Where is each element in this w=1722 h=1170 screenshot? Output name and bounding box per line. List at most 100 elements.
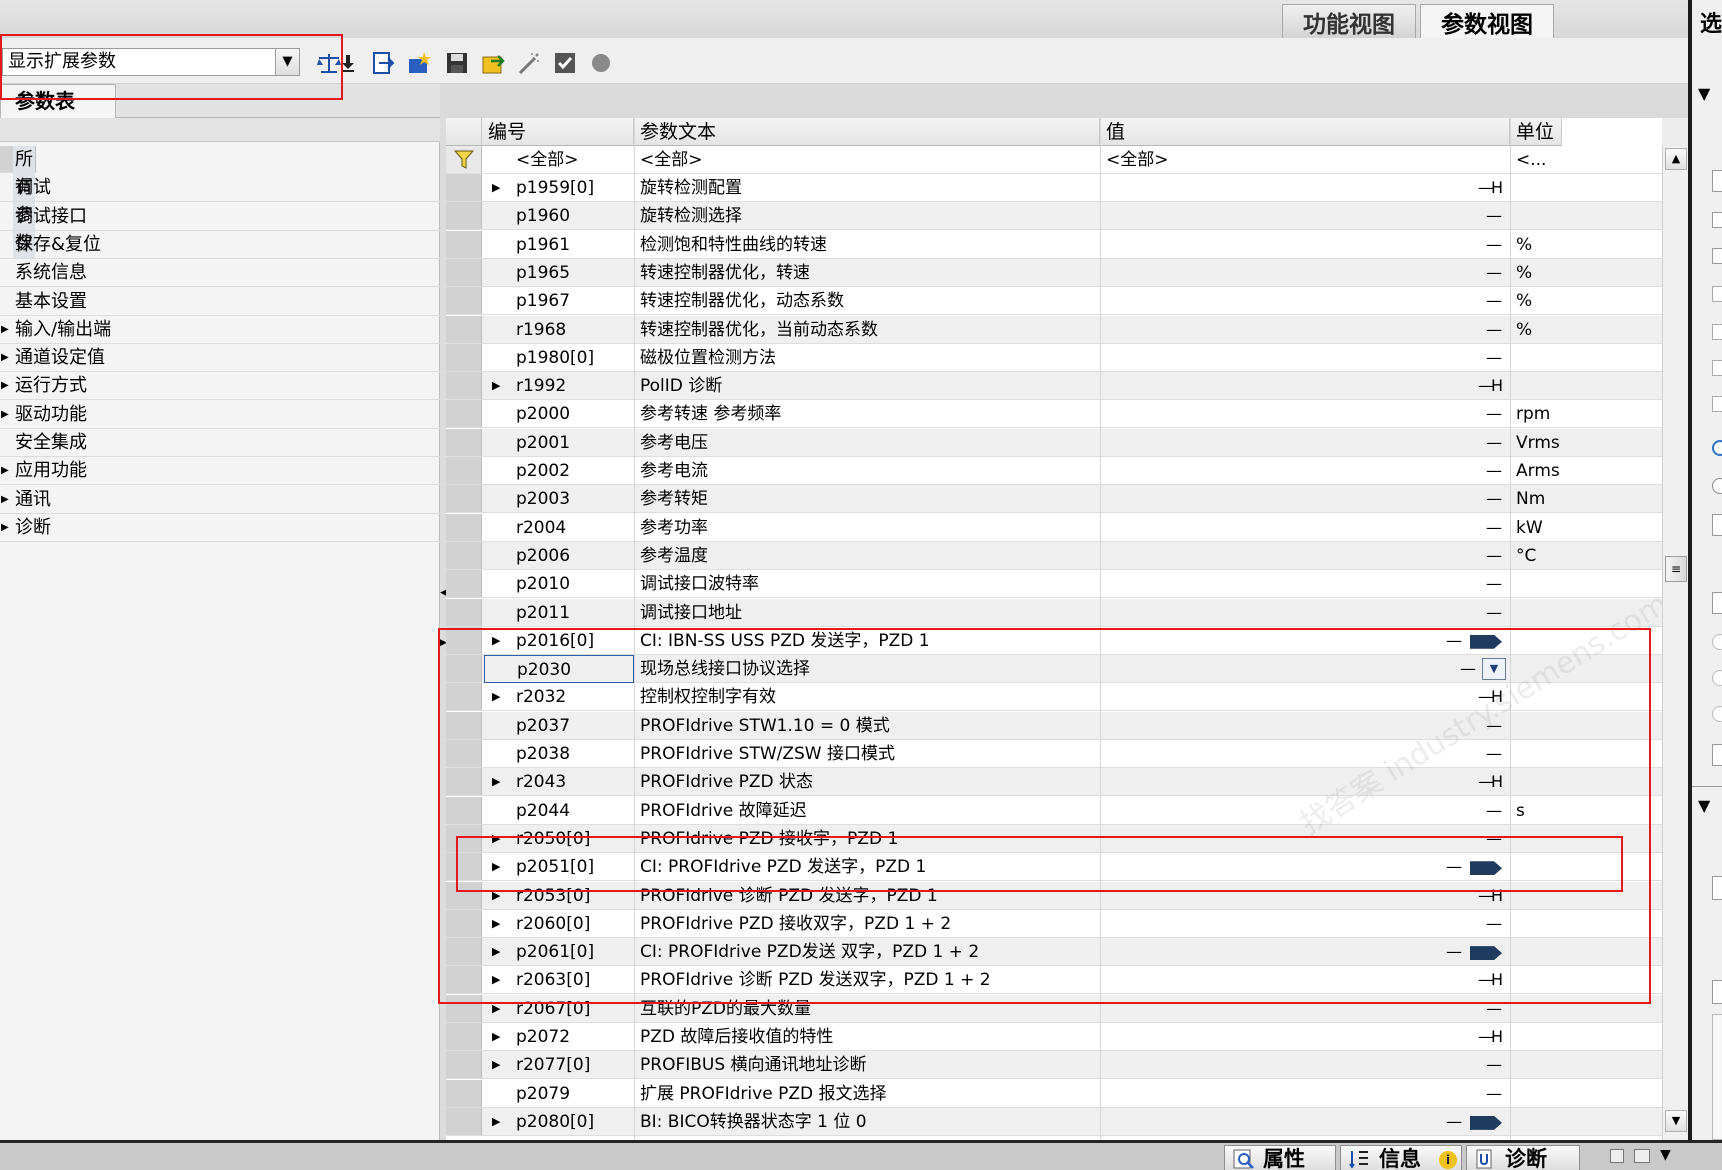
row-selector[interactable] <box>446 428 482 456</box>
panel-field[interactable] <box>1712 980 1722 1004</box>
export-icon[interactable] <box>370 50 396 76</box>
chevron-down-icon[interactable]: ▼ <box>1698 796 1710 815</box>
new-icon[interactable] <box>406 50 432 76</box>
scroll-thumb[interactable]: ≡ <box>1665 556 1687 582</box>
row-selector[interactable] <box>446 626 482 654</box>
row-selector[interactable] <box>446 824 482 852</box>
row-selector[interactable] <box>446 258 482 286</box>
row-selector[interactable] <box>446 1023 482 1050</box>
row-selector[interactable] <box>446 853 482 881</box>
download-icon[interactable] <box>340 50 356 76</box>
tree-item[interactable]: 调试 <box>0 174 440 203</box>
expand-arrow-icon[interactable]: ▶ <box>1 514 9 542</box>
tree-item[interactable]: ▶ 诊断 <box>0 514 440 542</box>
panel-field[interactable] <box>1712 876 1722 900</box>
row-selector[interactable] <box>446 711 482 739</box>
expand-arrow-icon[interactable]: ▶ <box>1 316 9 344</box>
expand-arrow-icon[interactable]: ▶ <box>492 995 500 1023</box>
row-selector[interactable] <box>446 372 482 400</box>
expand-arrow-icon[interactable]: ▶ <box>1 344 9 372</box>
expand-arrow-icon[interactable]: ▶ <box>492 853 500 881</box>
expand-arrow-icon[interactable]: ▶ <box>492 966 500 994</box>
table-row[interactable]: p1961 检测饱和特性曲线的转速 —% <box>446 230 1662 259</box>
table-row[interactable]: ▶ p1959[0] 旋转检测配置 — H <box>446 174 1662 202</box>
row-selector[interactable] <box>446 513 482 541</box>
filter-text[interactable]: <全部> <box>640 146 703 174</box>
row-selector[interactable] <box>446 287 482 315</box>
table-row[interactable]: ▶ p2061[0] CI: PROFIdrive PZD发送 双字，PZD 1 +… <box>446 938 1662 967</box>
panel-radio[interactable] <box>1712 478 1722 494</box>
tab-info[interactable]: 信息 i <box>1340 1145 1462 1170</box>
table-row[interactable]: r2004 参考功率 — kW <box>446 513 1662 542</box>
row-selector[interactable] <box>446 1051 482 1079</box>
bico-connector-icon[interactable] <box>1470 946 1502 961</box>
open-icon[interactable] <box>480 50 506 76</box>
table-row[interactable]: p2001 参考电压 — Vrms <box>446 428 1662 457</box>
row-selector[interactable] <box>446 1079 482 1107</box>
expand-arrow-icon[interactable]: ▶ <box>492 627 500 655</box>
row-selector[interactable] <box>446 485 482 513</box>
table-row[interactable]: p2044 PROFIdrive 故障延迟 — s <box>446 796 1662 825</box>
table-row[interactable]: ▶ r2050[0] PROFIdrive PZD 接收字，PZD 1 — <box>446 824 1662 853</box>
tree-item[interactable]: 安全集成 <box>0 429 440 457</box>
tree-item[interactable]: 保存&复位 <box>0 231 440 259</box>
tab-function-view[interactable]: 功能视图 <box>1282 4 1416 38</box>
vertical-scrollbar[interactable]: ▲ ≡ ▼ <box>1662 146 1688 1140</box>
panel-checkbox[interactable] <box>1712 324 1722 340</box>
bico-connector-icon[interactable] <box>1470 1115 1502 1130</box>
row-selector[interactable] <box>446 343 482 371</box>
chevron-down-icon[interactable]: ▼ <box>275 49 299 75</box>
row-selector[interactable] <box>446 570 482 598</box>
row-selector[interactable] <box>446 796 482 824</box>
filter-icon[interactable] <box>446 146 482 173</box>
restore-window-icon[interactable] <box>1610 1149 1624 1163</box>
row-selector[interactable] <box>446 1107 482 1135</box>
tree-item[interactable]: ▶ 输入/输出端 <box>0 316 440 344</box>
column-header-unit[interactable]: 单位 <box>1510 118 1562 146</box>
panel-checkbox[interactable] <box>1712 286 1722 302</box>
cell-value[interactable]: H <box>1491 1023 1503 1051</box>
table-row[interactable]: p2000 参考转速 参考频率 — rpm <box>446 400 1662 429</box>
expand-arrow-icon[interactable]: ▶ <box>1 457 9 485</box>
expand-arrow-icon[interactable]: ▶ <box>492 1051 500 1079</box>
panel-checkbox[interactable] <box>1712 360 1722 376</box>
panel-radio-selected[interactable] <box>1712 440 1722 456</box>
expand-arrow-icon[interactable]: ▶ <box>492 1023 500 1051</box>
cell-value[interactable]: H <box>1491 372 1503 400</box>
expand-arrow-icon[interactable]: ▶ <box>492 938 500 966</box>
table-row[interactable]: p2006 参考温度 — °C <box>446 541 1662 570</box>
row-selector[interactable] <box>446 400 482 428</box>
expand-arrow-icon[interactable]: ▶ <box>492 174 500 202</box>
panel-checkbox[interactable] <box>1712 396 1722 412</box>
table-row[interactable]: ▶ r2077[0] PROFIBUS 横向通讯地址诊断 — <box>446 1051 1662 1080</box>
expand-arrow-icon[interactable]: ▶ <box>492 1108 500 1136</box>
table-row[interactable]: ▶ r2053[0] PROFIdrive 诊断 PZD 发送字，PZD 1— H <box>446 881 1662 910</box>
parameter-filter-dropdown[interactable]: 显示扩展参数 ▼ <box>2 48 300 76</box>
expand-arrow-icon[interactable]: ▶ <box>492 768 500 796</box>
table-row[interactable]: p2079 扩展 PROFIdrive PZD 报文选择 — <box>446 1079 1662 1108</box>
table-row[interactable]: p1960 旋转检测选择 — <box>446 202 1662 231</box>
scroll-down-icon[interactable]: ▼ <box>1665 1110 1687 1132</box>
row-selector[interactable] <box>446 457 482 484</box>
table-row[interactable]: ▶ r2063[0] PROFIdrive 诊断 PZD 发送双字，PZD 1 + … <box>446 966 1662 995</box>
tree-item[interactable]: 基本设置 <box>0 288 440 316</box>
table-row[interactable]: p1965 转速控制器优化，转速 —% <box>446 258 1662 287</box>
filter-number[interactable]: <全部> <box>516 146 579 174</box>
tree-item[interactable]: 调试接口 <box>0 203 440 231</box>
circle-icon[interactable] <box>588 50 614 76</box>
tab-diagnostics[interactable]: 诊断 <box>1466 1145 1580 1170</box>
table-row[interactable]: p2003 参考转矩 — Nm <box>446 485 1662 514</box>
column-header-text[interactable]: 参数文本 <box>634 118 1100 146</box>
row-selector[interactable] <box>446 994 482 1022</box>
tree-item[interactable]: ▶ 运行方式 <box>0 372 440 401</box>
row-selector[interactable] <box>446 230 482 258</box>
table-row[interactable]: p2030 现场总线接口协议选择 — ▼ <box>446 655 1662 684</box>
tab-parameter-view[interactable]: 参数视图 <box>1420 4 1554 38</box>
expand-arrow-icon[interactable]: ▶ <box>492 372 500 400</box>
table-row[interactable]: ▶ p2051[0] CI: PROFIdrive PZD 发送字，PZD 1 — <box>446 853 1662 882</box>
table-row[interactable]: p2038 PROFIdrive STW/ZSW 接口模式 — <box>446 740 1662 768</box>
wand-icon[interactable] <box>516 50 542 76</box>
tree-item[interactable]: ▶ 通道设定值 <box>0 344 440 373</box>
table-row[interactable]: ▶ r2067[0] 互联的PZD的最大数量 — <box>446 994 1662 1023</box>
bico-connector-icon[interactable] <box>1470 634 1502 649</box>
